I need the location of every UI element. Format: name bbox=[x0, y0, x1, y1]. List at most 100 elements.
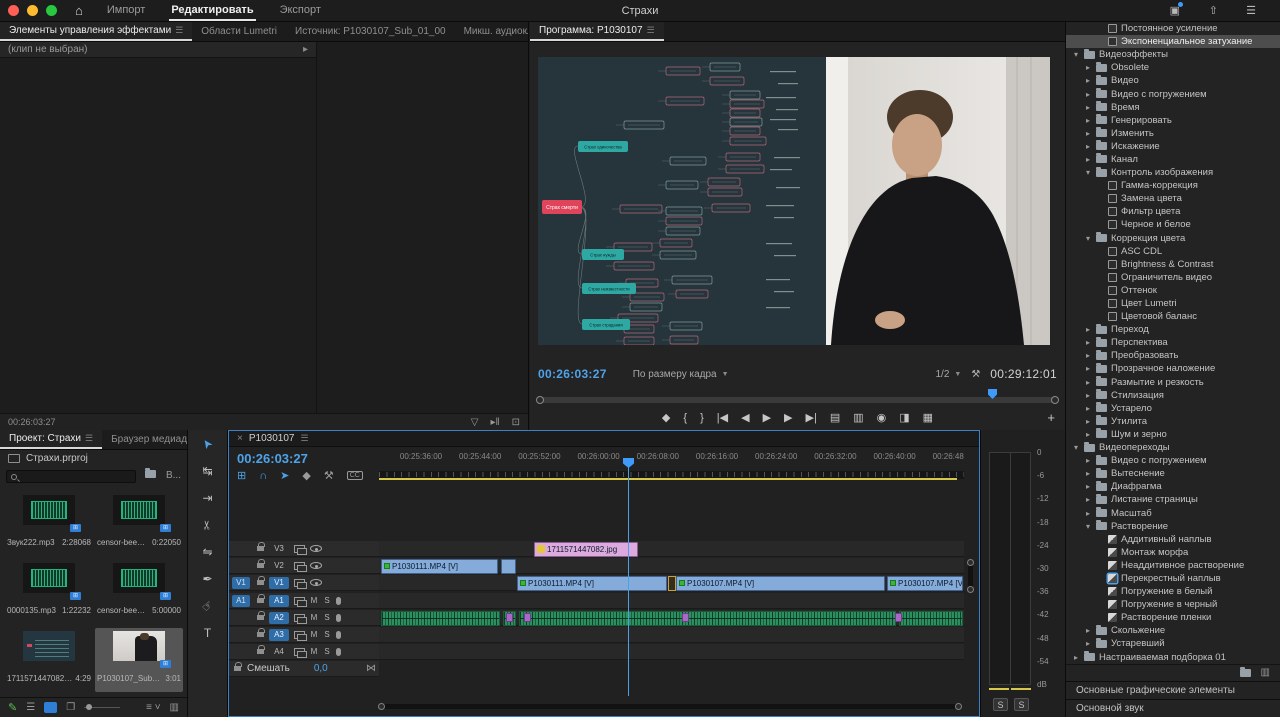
mix-value[interactable]: 0,0 bbox=[314, 663, 328, 674]
share-icon[interactable]: ⇧ bbox=[1209, 4, 1218, 17]
audio-clip[interactable] bbox=[381, 611, 500, 626]
project-item[interactable]: ⊞P1030107_Sub_0l...3:01 bbox=[95, 628, 183, 692]
pen-tool[interactable]: ✒ bbox=[188, 565, 227, 592]
track-name-A4[interactable]: A4 bbox=[269, 646, 289, 658]
new-custom-bin-icon[interactable] bbox=[1240, 669, 1251, 677]
effect-item[interactable]: ASC CDL bbox=[1066, 245, 1280, 258]
effect-item[interactable]: ▸Масштаб bbox=[1066, 506, 1280, 519]
menu-tab-экспорт[interactable]: Экспорт bbox=[278, 1, 323, 21]
effect-item[interactable]: ▸Время bbox=[1066, 101, 1280, 114]
solo-button[interactable]: S bbox=[323, 647, 331, 656]
playback-resolution-select[interactable]: 1/2▼ bbox=[935, 369, 961, 380]
voiceover-record-icon[interactable] bbox=[336, 614, 341, 622]
effect-item[interactable]: Неаддитивное растворение bbox=[1066, 559, 1280, 572]
project-file-row[interactable]: Страхи.prproj bbox=[0, 450, 96, 466]
multicam-button[interactable]: ▦ bbox=[923, 413, 933, 424]
step-back-button[interactable]: ◀ bbox=[741, 413, 749, 424]
mute-button[interactable]: M bbox=[310, 613, 318, 622]
panel-menu-icon[interactable]: ☰ bbox=[175, 25, 183, 36]
track-source-icon[interactable] bbox=[294, 562, 305, 570]
mark-out-button[interactable]: } bbox=[700, 413, 704, 424]
linked-selection-icon[interactable]: ➤ bbox=[280, 469, 289, 482]
timeline-horizontal-scrollbar[interactable] bbox=[381, 704, 959, 709]
effect-item[interactable]: Погружение в белый bbox=[1066, 585, 1280, 598]
ec-tab-3[interactable]: Микш. аудиоклипа: P1030107 bbox=[455, 22, 528, 41]
mark-in-button[interactable]: { bbox=[683, 413, 687, 424]
timeline-clip[interactable]: P1030111.MP4 [V] bbox=[381, 559, 498, 574]
settings-wrench-icon[interactable]: ⚒ bbox=[971, 369, 980, 380]
scrub-right-handle[interactable] bbox=[1051, 396, 1059, 404]
solo-right-button[interactable]: S bbox=[1014, 698, 1029, 711]
track-source-icon[interactable] bbox=[294, 545, 305, 553]
effect-item[interactable]: Цветовой баланс bbox=[1066, 310, 1280, 323]
effect-item[interactable]: ▸Видео с погружением bbox=[1066, 454, 1280, 467]
snap-icon[interactable]: ∩ bbox=[259, 470, 267, 482]
lift-button[interactable]: ▤ bbox=[830, 413, 840, 424]
ec-tab-1[interactable]: Области Lumetri bbox=[192, 22, 286, 41]
icon-view-button[interactable] bbox=[44, 702, 57, 713]
play-button[interactable]: ▶ bbox=[763, 413, 771, 424]
scrub-left-handle[interactable] bbox=[536, 396, 544, 404]
captions-icon[interactable]: CC bbox=[347, 471, 363, 480]
program-tab[interactable]: Программа: P1030107☰ bbox=[530, 22, 664, 41]
effect-item[interactable]: Ограничитель видео bbox=[1066, 271, 1280, 284]
project-item[interactable]: 1711571447082.jpg4:29 bbox=[5, 628, 93, 692]
effect-item[interactable]: ▸Настраиваемая подборка 01 bbox=[1066, 651, 1280, 664]
panel-menu-icon[interactable]: ☰ bbox=[85, 433, 93, 444]
ec-tab-2[interactable]: Источник: P1030107_Sub_01_00 bbox=[286, 22, 455, 41]
search-input[interactable] bbox=[6, 470, 136, 483]
audio-clip[interactable] bbox=[899, 611, 963, 626]
lock-icon[interactable] bbox=[257, 598, 264, 603]
voiceover-record-icon[interactable] bbox=[336, 597, 341, 605]
timeline-clip[interactable]: P1030107.MP4 [V] bbox=[887, 576, 963, 591]
project-item[interactable]: ⊞censor-beep-2...0:22050 bbox=[95, 492, 183, 556]
play-around-icon[interactable]: ▸‖ bbox=[490, 417, 499, 428]
add-marker-button[interactable]: ◆ bbox=[662, 413, 670, 424]
effect-item[interactable]: ▸Вытеснение bbox=[1066, 467, 1280, 480]
zoom-level-select[interactable]: По размеру кадра▼ bbox=[633, 369, 729, 380]
timeline-clip[interactable]: 1711571447082.jpg bbox=[534, 542, 638, 557]
ec-tab-0[interactable]: Элементы управления эффектами☰ bbox=[0, 22, 192, 41]
track-name-V2[interactable]: V2 bbox=[269, 560, 289, 572]
maximize-window-button[interactable] bbox=[46, 5, 57, 16]
slip-tool[interactable]: ⇋ bbox=[188, 538, 227, 565]
lock-icon[interactable] bbox=[257, 632, 264, 637]
solo-button[interactable]: S bbox=[323, 596, 331, 605]
track-name-A3[interactable]: A3 bbox=[269, 629, 289, 641]
type-tool[interactable]: T bbox=[188, 619, 227, 646]
track-name-A2[interactable]: A2 bbox=[269, 612, 289, 624]
project-tab-1[interactable]: Браузер медиаданных bbox=[102, 430, 187, 449]
effect-item[interactable]: ▸Переход bbox=[1066, 323, 1280, 336]
thumbnail-zoom-slider[interactable] bbox=[84, 707, 120, 708]
home-icon[interactable]: ⌂ bbox=[75, 3, 83, 18]
solo-button[interactable]: S bbox=[323, 613, 331, 622]
essential-sound-tab[interactable]: Основной звук bbox=[1066, 699, 1280, 717]
lock-icon[interactable] bbox=[257, 563, 264, 568]
effect-item[interactable]: Гамма-коррекция bbox=[1066, 179, 1280, 192]
lock-icon[interactable] bbox=[257, 546, 264, 551]
timeline-clip[interactable] bbox=[501, 559, 516, 574]
timeline-settings-icon[interactable]: ⚒ bbox=[324, 469, 334, 482]
go-to-in-button[interactable]: |◀ bbox=[717, 413, 728, 424]
toggle-track-output-icon[interactable] bbox=[310, 545, 322, 552]
audio-clip[interactable] bbox=[519, 611, 896, 626]
razor-tool[interactable]: ✂ bbox=[188, 511, 227, 538]
track-source-icon[interactable] bbox=[294, 597, 305, 605]
effect-item[interactable]: ▸Генерировать bbox=[1066, 114, 1280, 127]
menu-icon[interactable]: ☰ bbox=[1246, 4, 1256, 17]
timeline-vertical-scrollbar[interactable] bbox=[968, 563, 973, 589]
project-item[interactable]: ⊞censor-beep-9...5:00000 bbox=[95, 560, 183, 624]
track-name-V3[interactable]: V3 bbox=[269, 543, 289, 555]
timeline-menu-icon[interactable]: ☰ bbox=[300, 433, 308, 444]
effect-item[interactable]: ▾Видеоэффекты bbox=[1066, 48, 1280, 61]
add-marker-icon[interactable]: ◆ bbox=[302, 469, 310, 482]
project-tab-0[interactable]: Проект: Страхи☰ bbox=[0, 430, 102, 449]
effect-item[interactable]: Замена цвета bbox=[1066, 192, 1280, 205]
ripple-edit-tool[interactable]: ⇥ bbox=[188, 484, 227, 511]
effect-item[interactable]: Черное и белое bbox=[1066, 218, 1280, 231]
close-window-button[interactable] bbox=[8, 5, 19, 16]
effect-item[interactable]: Фильтр цвета bbox=[1066, 205, 1280, 218]
track-name-A1[interactable]: A1 bbox=[269, 595, 289, 607]
effect-item[interactable]: ▸Изменить bbox=[1066, 127, 1280, 140]
track-source-icon[interactable] bbox=[294, 579, 305, 587]
